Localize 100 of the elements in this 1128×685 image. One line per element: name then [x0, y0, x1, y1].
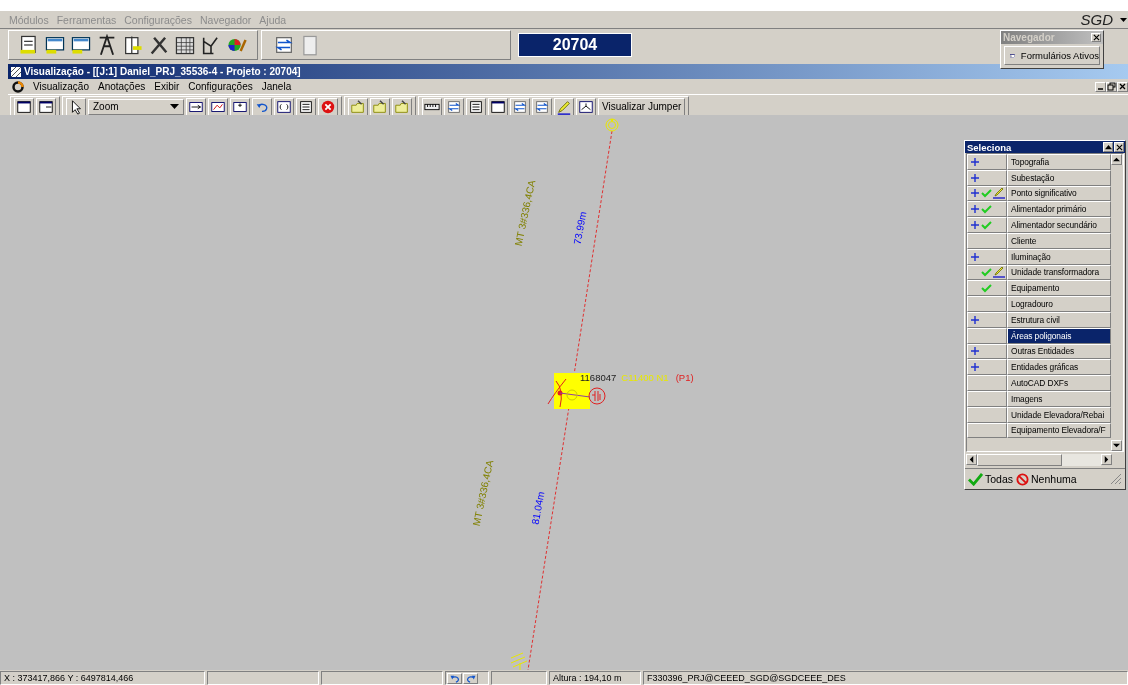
window-button[interactable]	[36, 97, 56, 116]
menu-item[interactable]: Anotações	[97, 81, 146, 92]
node-code-label: C11400 N1	[621, 372, 669, 383]
layer-state-cell[interactable]	[967, 406, 1007, 423]
redo-icon	[464, 673, 477, 683]
folder-icon	[394, 98, 410, 115]
close-button[interactable]	[1091, 33, 1101, 42]
pole-icon	[122, 34, 144, 56]
list-icon	[468, 98, 484, 115]
swap-icon	[512, 98, 528, 115]
redo-button[interactable]	[463, 672, 478, 684]
list-button[interactable]	[466, 97, 486, 116]
layer-state-cell[interactable]	[967, 217, 1007, 233]
window-icon	[490, 98, 506, 115]
select-none-button[interactable]: Nenhuma	[1016, 472, 1077, 486]
layer-state-cell[interactable]	[967, 327, 1007, 344]
layer-state-cell[interactable]	[967, 201, 1007, 218]
layer-state-cell[interactable]	[967, 233, 1007, 249]
layer-item[interactable]: Logradouro	[1007, 296, 1111, 312]
scroll-left-icon	[968, 456, 975, 463]
layer-item[interactable]: Subestação	[1007, 169, 1111, 186]
layer-item[interactable]: Cliente	[1007, 233, 1111, 249]
window-button[interactable]	[14, 97, 34, 116]
layer-item[interactable]: Unidade Elevadora/Rebai	[1007, 406, 1111, 423]
layer-item[interactable]: Equipamento	[1007, 280, 1111, 297]
folder-icon	[350, 98, 366, 115]
layer-state-cell[interactable]	[967, 390, 1007, 407]
layer-item[interactable]: AutoCAD DXFs	[1007, 375, 1111, 391]
close-icon	[1115, 143, 1123, 151]
menu-item[interactable]: Configurações	[188, 81, 253, 92]
layer-state-cell[interactable]	[967, 343, 1007, 360]
menu-item[interactable]: Exibir	[154, 81, 180, 92]
folder-button[interactable]	[348, 97, 368, 116]
folder-button[interactable]	[370, 97, 390, 116]
swap-button[interactable]	[510, 97, 530, 116]
layer-item[interactable]: Imagens	[1007, 390, 1111, 407]
layer-state-cell[interactable]	[967, 296, 1007, 312]
layer-item[interactable]: Entidades gráficas	[1007, 359, 1111, 376]
app-brand: SGD	[1080, 11, 1113, 28]
dropdown-arrow-icon	[170, 103, 179, 110]
menu-item[interactable]: Visualização	[33, 81, 89, 92]
grid-icon	[174, 34, 196, 56]
window-button[interactable]	[488, 97, 508, 116]
status-pane	[491, 671, 547, 685]
menu-item[interactable]: Janela	[261, 81, 292, 92]
close-button[interactable]	[1114, 142, 1124, 152]
layer-state-cell[interactable]	[967, 422, 1007, 439]
zoom-select[interactable]: Zoom	[88, 98, 184, 115]
phase-label: (P1)	[675, 372, 694, 383]
stop-icon	[320, 98, 336, 115]
layer-item[interactable]: Outras Entidades	[1007, 343, 1111, 360]
plus-button[interactable]	[230, 97, 250, 116]
pencil-icon	[556, 98, 572, 115]
restore-button[interactable]	[1106, 81, 1117, 92]
undo-button[interactable]	[447, 672, 462, 684]
window-title: Navegador	[1003, 32, 1056, 43]
pencil-button[interactable]	[554, 97, 574, 116]
select-all-button[interactable]: Todas	[968, 472, 1014, 486]
layer-state-cell[interactable]	[967, 248, 1007, 265]
layer-state-cell[interactable]	[967, 280, 1007, 297]
fit-button[interactable]	[186, 97, 206, 116]
chart-button[interactable]	[208, 97, 228, 116]
list-button[interactable]	[296, 97, 316, 116]
layer-state-cell[interactable]	[967, 185, 1007, 202]
layer-item[interactable]: Ponto significativo	[1007, 185, 1111, 202]
layer-state-cell[interactable]	[967, 375, 1007, 391]
layer-item[interactable]: Alimentador secundário	[1007, 217, 1111, 233]
horizontal-scrollbar[interactable]	[966, 454, 1112, 466]
folder-button[interactable]	[392, 97, 412, 116]
layer-state-cell[interactable]	[967, 359, 1007, 376]
undo-button[interactable]	[252, 97, 272, 116]
layer-state-cell[interactable]	[967, 311, 1007, 328]
layer-item[interactable]: Alimentador primário	[1007, 201, 1111, 218]
layer-item[interactable]: Topografia	[1007, 154, 1111, 170]
scroll-right-icon	[1103, 456, 1110, 463]
layer-item[interactable]: Equipamento Elevadora/F	[1007, 422, 1111, 439]
layer-state-cell[interactable]	[967, 169, 1007, 186]
status-connection: F330396_PRJ@CEEED_SGD@SGDCEEE_DES	[643, 671, 1128, 685]
layer-item[interactable]: Iluminação	[1007, 248, 1111, 265]
pointer-button[interactable]	[66, 97, 86, 116]
stop-button[interactable]	[318, 97, 338, 116]
panel-title: Seleciona	[967, 141, 1013, 153]
layer-state-cell[interactable]	[967, 264, 1007, 281]
layer-item[interactable]: Estrutura civil	[1007, 311, 1111, 328]
branch-button[interactable]	[576, 97, 596, 116]
refresh-button[interactable]	[274, 97, 294, 116]
distance-label: 73.99m	[571, 210, 589, 246]
swap-button[interactable]	[532, 97, 552, 116]
pole-symbol	[605, 118, 619, 132]
vertical-scrollbar[interactable]	[1111, 154, 1123, 451]
ruler-button[interactable]	[422, 97, 442, 116]
status-height: Altura : 194,10 m	[549, 671, 641, 685]
jumper-button[interactable]: Visualizar Jumper	[598, 97, 686, 116]
active-forms-button[interactable]: Formulários Ativos	[1004, 46, 1100, 65]
layer-item[interactable]: Unidade transformadora	[1007, 264, 1111, 281]
undo-icon	[448, 673, 461, 683]
swap-button[interactable]	[444, 97, 464, 116]
collapse-button[interactable]	[1103, 142, 1113, 152]
form-icon	[70, 34, 92, 56]
layer-state-cell[interactable]	[967, 154, 1007, 170]
